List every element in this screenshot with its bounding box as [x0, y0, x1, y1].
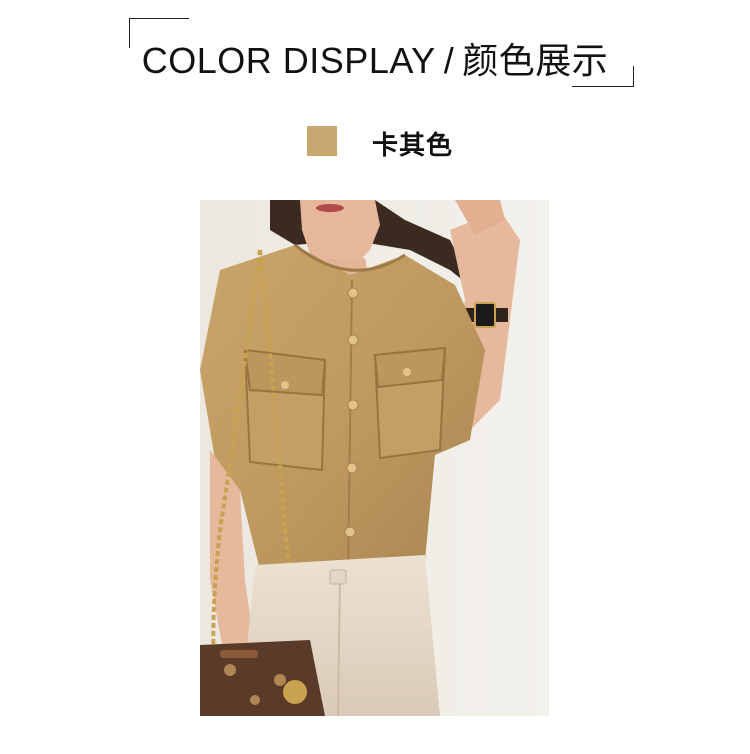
title-separator: / — [443, 40, 455, 81]
page-title: COLOR DISPLAY / 颜色展示 — [0, 32, 750, 84]
frame-corner-top-left — [129, 18, 189, 19]
model-photo — [200, 200, 549, 716]
color-swatch-row: 卡其色 — [0, 122, 750, 162]
frame-corner-bottom-right — [572, 86, 634, 87]
color-swatch — [307, 126, 337, 156]
title-english: COLOR DISPLAY — [141, 40, 436, 81]
color-name: 卡其色 — [372, 131, 454, 161]
title-chinese: 颜色展示 — [462, 41, 609, 82]
title-frame: COLOR DISPLAY / 颜色展示 — [0, 0, 750, 100]
